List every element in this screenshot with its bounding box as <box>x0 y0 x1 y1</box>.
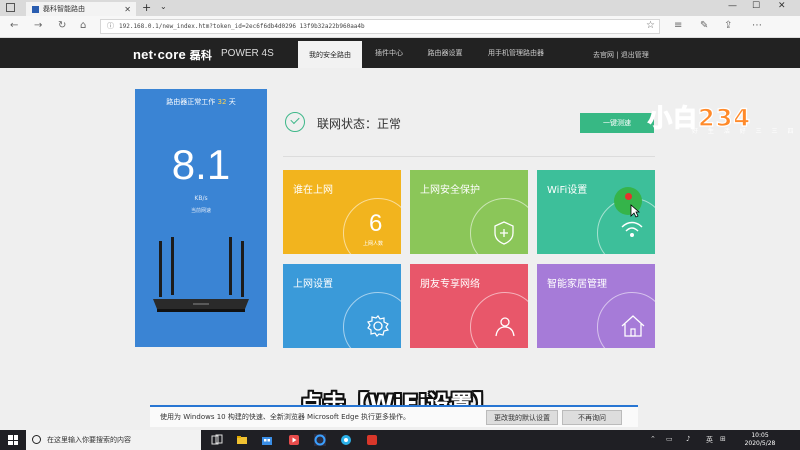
close-window-button[interactable]: ✕ <box>778 1 786 11</box>
brand-logo: net·core 磊科 <box>133 47 212 63</box>
volume-icon[interactable]: ♪ <box>686 435 690 443</box>
tile-label: 谁在上网 <box>293 185 333 196</box>
model-name: POWER 4S <box>221 48 274 59</box>
minimize-button[interactable]: — <box>728 1 737 11</box>
tab-close-icon[interactable]: ✕ <box>124 5 131 14</box>
info-icon: ⓘ <box>107 22 114 30</box>
new-tab-button[interactable]: + <box>142 1 151 14</box>
url-text: 192.168.0.1/new_index.htm?token_id=2ec6f… <box>119 23 365 30</box>
set-default-button[interactable]: 更改我的默认设置 <box>486 410 558 425</box>
shield-plus-icon <box>494 221 514 245</box>
tab-my-secure-router[interactable]: 我的安全路由 <box>298 41 362 68</box>
search-placeholder: 在这里输入你要搜索的内容 <box>47 436 131 444</box>
tab-title: 磊科智能路由 <box>43 5 85 13</box>
store-icon[interactable] <box>261 434 273 446</box>
ime-indicator[interactable]: 英 <box>706 435 713 445</box>
wifi-icon <box>621 221 643 237</box>
divider <box>283 156 655 157</box>
home-icon[interactable]: ⌂ <box>80 20 86 31</box>
work-days: 32 <box>217 98 227 106</box>
tab-plugin-center[interactable]: 插件中心 <box>364 38 414 68</box>
windows-start-icon[interactable] <box>8 435 18 445</box>
tile-label: WiFi设置 <box>547 185 588 196</box>
mouse-cursor-icon <box>630 204 640 218</box>
task-view-icon[interactable] <box>211 434 223 446</box>
tile-security-protection[interactable]: 上网安全保护 <box>410 170 528 254</box>
speed-unit: KB/s <box>194 195 208 202</box>
tab-router-settings[interactable]: 路由器设置 <box>416 38 474 68</box>
url-input[interactable]: ⓘ 192.168.0.1/new_index.htm?token_id=2ec… <box>100 19 660 34</box>
ime-mode-icon[interactable]: ⊞ <box>720 435 726 443</box>
tile-smart-home[interactable]: 智能家居管理 <box>537 264 655 348</box>
back-icon[interactable]: ← <box>10 20 18 31</box>
favorites-list-icon[interactable]: ≡ <box>674 20 682 31</box>
share-icon[interactable]: ⇪ <box>724 20 732 31</box>
wps-icon[interactable] <box>366 434 378 446</box>
brand-en: net·core <box>133 47 186 62</box>
taskbar-search-input[interactable]: 在这里输入你要搜索的内容 <box>26 430 201 450</box>
network-icon[interactable]: ▭ <box>666 435 673 443</box>
file-explorer-icon[interactable] <box>236 434 248 446</box>
speed-test-button[interactable]: 一键测速 <box>580 113 654 133</box>
gear-icon <box>367 315 389 337</box>
maximize-button[interactable]: ☐ <box>752 1 760 11</box>
connection-status: 联网状态：正常 <box>317 117 402 131</box>
router-device-icon <box>153 237 249 312</box>
speed-panel: 路由器正常工作 32 天 8.1 KB/s 当前网速 <box>135 89 267 347</box>
taskbar: 在这里输入你要搜索的内容 ⌃ ▭ ♪ 英 ⊞ 10:05 2020/5/28 <box>0 430 800 450</box>
media-player-icon[interactable] <box>288 434 300 446</box>
work-duration: 路由器正常工作 32 天 <box>135 97 267 107</box>
online-count-label: 上网人数 <box>363 241 384 247</box>
tile-label: 智能家居管理 <box>547 279 607 290</box>
notice-text: 使用为 Windows 10 构建的快速、全新浏览器 Microsoft Edg… <box>160 413 410 421</box>
favorite-star-icon[interactable]: ☆ <box>646 20 655 31</box>
tab-menu-chevron-icon[interactable]: ⌄ <box>160 2 167 11</box>
screen: 磊科智能路由 ✕ + ⌄ — ☐ ✕ ← → ↻ ⌂ ⓘ 192.168.0.1… <box>0 0 800 450</box>
speed-label: 当前网速 <box>190 208 211 214</box>
watermark-subtext: 好 生 活 好 三 三 四 <box>692 128 798 135</box>
refresh-icon[interactable]: ↻ <box>58 20 66 31</box>
clock-time: 10:05 <box>751 432 769 439</box>
online-count: 6 <box>369 210 383 237</box>
dismiss-button[interactable]: 不再询问 <box>562 410 622 425</box>
more-icon[interactable]: ⋯ <box>752 20 762 31</box>
tile-internet-settings[interactable]: 上网设置 <box>283 264 401 348</box>
address-bar: ← → ↻ ⌂ ⓘ 192.168.0.1/new_index.htm?toke… <box>0 16 800 38</box>
router-header: net·core 磊科 POWER 4S 我的安全路由 插件中心 路由器设置 用… <box>0 38 800 68</box>
notes-icon[interactable]: ✎ <box>700 20 708 31</box>
home-icon <box>621 315 645 337</box>
tile-label: 上网安全保护 <box>420 185 480 196</box>
work-suffix: 天 <box>228 98 236 106</box>
favicon-icon <box>32 5 39 13</box>
page-body: 路由器正常工作 32 天 8.1 KB/s 当前网速 联网状态：正常 一键测速 <box>0 68 800 430</box>
status-row: 联网状态：正常 一键测速 <box>283 112 655 140</box>
speed-value: 8.1 <box>171 141 231 188</box>
clock-date: 2020/5/28 <box>744 440 776 447</box>
tray-arrow-icon[interactable]: ⌃ <box>650 435 656 443</box>
browser-app-icon[interactable] <box>340 434 352 446</box>
tile-friend-network[interactable]: 朋友专享网络 <box>410 264 528 348</box>
edge-icon[interactable] <box>314 434 326 446</box>
forward-icon[interactable]: → <box>34 20 42 31</box>
user-icon <box>495 317 515 337</box>
taskbar-clock[interactable]: 10:05 2020/5/28 <box>735 432 785 448</box>
tile-label: 上网设置 <box>293 279 333 290</box>
edge-notification-bar: 使用为 Windows 10 构建的快速、全新浏览器 Microsoft Edg… <box>150 405 638 427</box>
cortana-icon <box>32 435 41 444</box>
header-links[interactable]: 去官网 | 退出管理 <box>593 50 649 60</box>
tab-overview-icon[interactable] <box>6 3 15 12</box>
check-circle-icon <box>285 112 305 132</box>
tile-label: 朋友专享网络 <box>420 279 480 290</box>
browser-tab[interactable]: 磊科智能路由 ✕ <box>26 2 136 16</box>
work-prefix: 路由器正常工作 <box>166 98 216 106</box>
brand-cn: 磊科 <box>189 50 213 62</box>
tile-who-is-online[interactable]: 谁在上网 6 上网人数 <box>283 170 401 254</box>
browser-tab-bar: 磊科智能路由 ✕ + ⌄ — ☐ ✕ <box>0 0 800 16</box>
tab-mobile-management[interactable]: 用手机管理路由器 <box>476 38 556 68</box>
